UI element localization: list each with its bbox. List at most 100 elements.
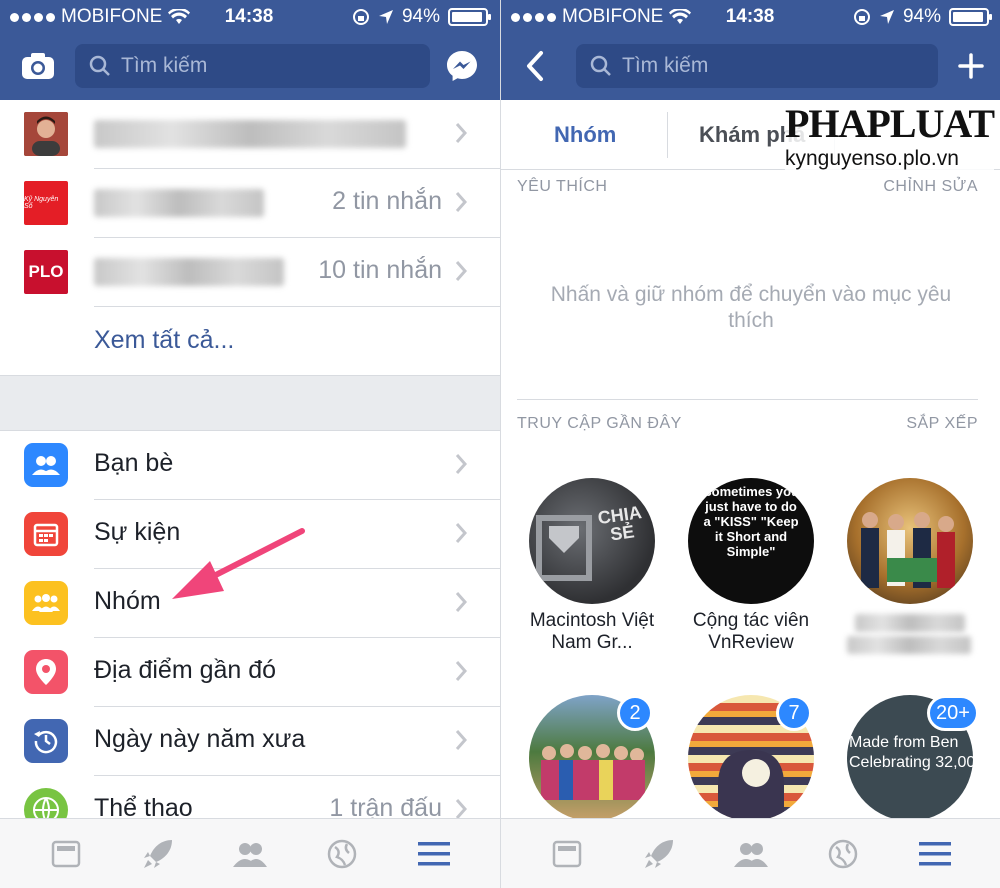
recent-header: TRUY CẬP GẦN ĐÂY xyxy=(517,415,682,432)
menu-item-label: Sự kiện xyxy=(94,518,181,546)
friends-icon xyxy=(24,443,68,487)
menu-item-label: Địa điểm gần đó xyxy=(94,656,277,684)
group-item[interactable]: CHIA SẺ Macintosh Việt Nam Gr... xyxy=(517,478,667,654)
calendar-icon xyxy=(24,512,68,556)
bottom-tab-bar xyxy=(0,818,500,888)
battery-percent: 94% xyxy=(401,6,440,27)
history-icon xyxy=(24,719,68,763)
menu-item-label: Bạn bè xyxy=(94,449,174,477)
globe-icon[interactable] xyxy=(322,834,362,874)
watermark-domain: kynguyenso.plo.vn xyxy=(784,147,959,170)
sort-button[interactable]: SẮP XẾP xyxy=(906,415,978,433)
search-icon xyxy=(590,55,611,76)
section-divider xyxy=(0,375,500,431)
nav-header: MOBIFONE 14:38 94% Tìm kiếm xyxy=(0,0,500,297)
see-all-link[interactable]: Xem tất cả... xyxy=(94,326,234,355)
menu-item-label: Ngày này năm xưa xyxy=(94,725,306,753)
chevron-right-icon xyxy=(455,454,468,474)
annotation-arrow xyxy=(172,528,305,599)
chevron-right-icon xyxy=(455,730,468,750)
clock: 14:38 xyxy=(725,6,775,27)
carrier-label: MOBIFONE xyxy=(562,6,664,27)
group-photo xyxy=(847,478,973,604)
camera-icon[interactable] xyxy=(20,48,56,84)
location-arrow-icon xyxy=(879,10,894,24)
message-count: 2 tin nhắn xyxy=(332,187,442,215)
battery-percent: 94% xyxy=(902,6,941,27)
wifi-icon xyxy=(168,9,191,24)
group-photo: Sometimes you just have to do a "KISS" "… xyxy=(688,478,814,604)
groups-icon xyxy=(24,581,68,625)
rotation-lock-icon xyxy=(352,9,369,25)
message-count: 10 tin nhắn xyxy=(318,256,442,284)
unread-badge: 2 xyxy=(617,695,653,731)
rocket-icon[interactable] xyxy=(138,834,178,874)
blurred-name xyxy=(94,189,264,217)
menu-screen: MOBIFONE 14:38 94% Tìm kiếm Kỹ Nguyên Số… xyxy=(0,0,500,888)
carrier-label: MOBIFONE xyxy=(61,6,163,27)
group-item[interactable]: Sometimes you just have to do a "KISS" "… xyxy=(676,478,826,654)
friend-requests-icon[interactable] xyxy=(731,834,771,874)
chevron-right-icon xyxy=(455,523,468,543)
blurred-name xyxy=(94,258,284,286)
group-name: Cộng tác viên VnReview xyxy=(692,610,810,653)
tab-groups[interactable]: Nhóm xyxy=(554,122,616,148)
battery-icon xyxy=(949,8,992,26)
blurred-name xyxy=(855,614,965,632)
blurred-name xyxy=(847,636,971,654)
favorites-header: YÊU THÍCH xyxy=(517,178,608,195)
chevron-right-icon xyxy=(455,592,468,612)
avatar xyxy=(24,112,68,156)
status-bar: MOBIFONE 14:38 94% xyxy=(511,6,992,297)
search-input[interactable]: Tìm kiếm xyxy=(75,44,430,88)
signal-icon xyxy=(511,12,556,297)
groups-screen: MOBIFONE 14:38 94% Tìm kiếm Nhóm Khám ph… xyxy=(500,0,1000,888)
chat-row[interactable] xyxy=(0,100,500,169)
edit-button[interactable]: CHỈNH SỬA xyxy=(883,178,978,196)
search-placeholder: Tìm kiếm xyxy=(121,54,208,77)
unread-badge: 7 xyxy=(776,695,812,731)
wifi-icon xyxy=(669,9,692,24)
search-icon xyxy=(89,55,110,76)
menu-icon[interactable] xyxy=(414,834,454,874)
rotation-lock-icon xyxy=(853,9,870,25)
location-arrow-icon xyxy=(378,10,393,24)
group-item[interactable]: 2 xyxy=(517,695,667,821)
back-icon[interactable] xyxy=(517,48,553,84)
status-bar: MOBIFONE 14:38 94% xyxy=(10,6,491,297)
messenger-icon[interactable] xyxy=(444,48,480,84)
watermark-brand: PHAPLUAT xyxy=(784,101,995,146)
menu-item-nearby-places[interactable]: Địa điểm gần đó xyxy=(0,638,500,707)
group-item[interactable] xyxy=(835,478,985,654)
chevron-right-icon xyxy=(455,123,468,143)
menu-item-friends[interactable]: Bạn bè xyxy=(0,431,500,500)
favorites-empty-text: Nhấn và giữ nhóm để chuyển vào mục yêu t… xyxy=(550,283,952,332)
group-item[interactable]: 7 xyxy=(676,695,826,821)
chevron-right-icon xyxy=(455,192,468,212)
chevron-right-icon xyxy=(455,661,468,681)
signal-icon xyxy=(10,12,55,297)
chat-row[interactable]: PLO 10 tin nhắn xyxy=(0,238,500,307)
chat-row[interactable]: Kỹ Nguyên Số 2 tin nhắn xyxy=(0,169,500,238)
location-pin-icon xyxy=(24,650,68,694)
unread-badge: 20+ xyxy=(927,695,979,731)
avatar: Kỹ Nguyên Số xyxy=(24,181,68,225)
clock: 14:38 xyxy=(224,6,274,27)
news-feed-icon[interactable] xyxy=(46,834,86,874)
blurred-name xyxy=(94,120,406,148)
menu-item-on-this-day[interactable]: Ngày này năm xưa xyxy=(0,707,500,776)
avatar: PLO xyxy=(24,250,68,294)
friend-requests-icon[interactable] xyxy=(230,834,270,874)
news-feed-icon[interactable] xyxy=(547,834,587,874)
menu-item-label: Nhóm xyxy=(94,587,161,615)
group-item[interactable]: Made from Ben Celebrating 32,000 20+ xyxy=(835,695,985,821)
search-input[interactable]: Tìm kiếm xyxy=(576,44,938,88)
group-photo: CHIA SẺ xyxy=(529,478,655,604)
globe-icon[interactable] xyxy=(823,834,863,874)
menu-icon[interactable] xyxy=(915,834,955,874)
battery-icon xyxy=(448,8,491,26)
group-name: Macintosh Việt Nam Gr... xyxy=(529,610,655,653)
search-placeholder: Tìm kiếm xyxy=(622,54,709,77)
plus-icon[interactable] xyxy=(953,48,989,84)
rocket-icon[interactable] xyxy=(639,834,679,874)
